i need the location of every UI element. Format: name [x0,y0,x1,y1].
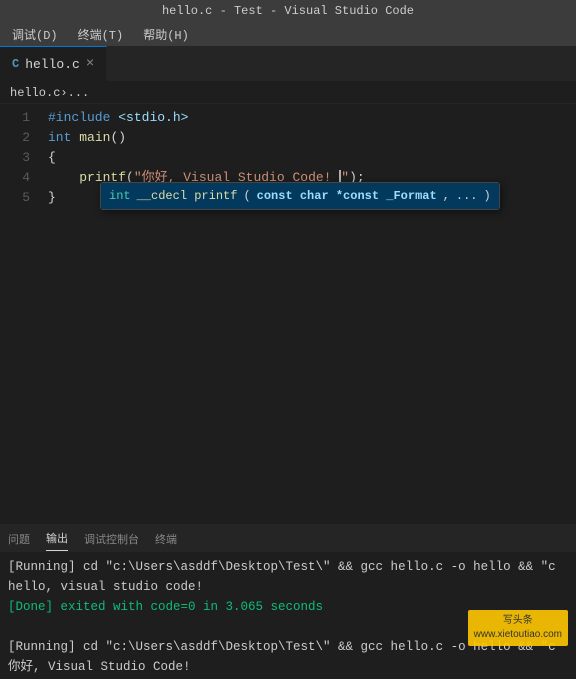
panel-tab-bar: 问题 输出 调试控制台 终端 [0,525,576,553]
tab-bar: C hello.c × [0,47,576,82]
code-content[interactable]: #include <stdio.h> int main() { printf("… [40,104,576,524]
tab-label: hello.c [25,57,80,72]
title-bar: hello.c - Test - Visual Studio Code [0,0,576,22]
terminal-line-2: hello, visual studio code! [8,577,568,597]
code-line-2: int main() [48,128,576,148]
breadcrumb-path: hello.c [10,86,60,100]
tab-hello-c[interactable]: C hello.c × [0,46,107,81]
breadcrumb-separator: › [60,86,67,100]
title-text: hello.c - Test - Visual Studio Code [162,4,414,18]
code-line-1: #include <stdio.h> [48,108,576,128]
autocomplete-popup: int __cdecl printf(const char *const _Fo… [100,182,500,210]
terminal-line-5: 你好, Visual Studio Code! [8,657,568,677]
panel-tab-problems[interactable]: 问题 [8,527,30,551]
tab-close-button[interactable]: × [86,56,94,72]
popup-param: const char *const _Format [257,185,437,207]
panel-tab-terminal[interactable]: 终端 [155,527,177,551]
panel-tab-output[interactable]: 输出 [46,526,68,551]
menu-terminal[interactable]: 终端(T) [74,24,128,45]
line-numbers: 1 2 3 4 5 [0,104,40,524]
breadcrumb-rest: ... [68,86,90,100]
watermark-line2: www.xietoutiao.com [474,628,562,642]
popup-return-type: int [109,185,131,207]
menu-help[interactable]: 帮助(H) [139,24,193,45]
watermark-line1: 写头条 [474,614,562,628]
menu-bar: 调试(D) 终端(T) 帮助(H) [0,22,576,47]
bottom-panel: 问题 输出 调试控制台 终端 [Running] cd "c:\Users\as… [0,524,576,679]
breadcrumb: hello.c › ... [0,82,576,104]
popup-func-name: __cdecl printf [137,185,238,207]
menu-debug[interactable]: 调试(D) [8,24,62,45]
panel-tab-debug[interactable]: 调试控制台 [84,527,139,551]
watermark: 写头条 www.xietoutiao.com [468,610,568,646]
popup-suggestion[interactable]: int __cdecl printf(const char *const _Fo… [101,183,499,209]
code-line-3: { [48,148,576,168]
terminal-line-1: [Running] cd "c:\Users\asddf\Desktop\Tes… [8,557,568,577]
editor-area[interactable]: 1 2 3 4 5 #include <stdio.h> int main() … [0,104,576,524]
tab-file-icon: C [12,57,19,71]
